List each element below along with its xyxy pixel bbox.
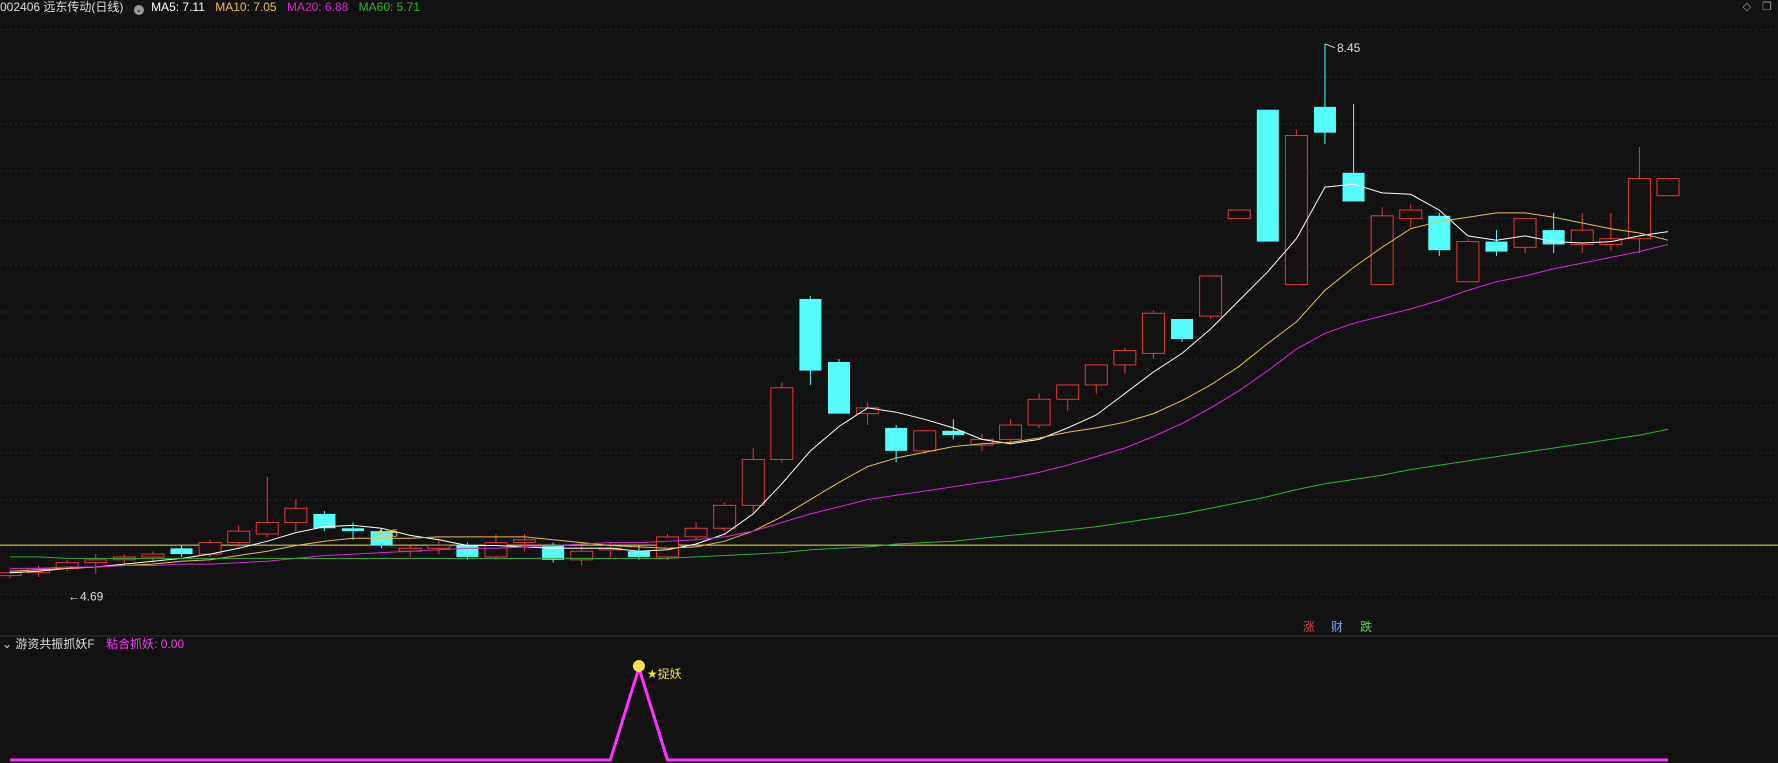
candle [1171,319,1194,342]
candle-body [427,544,451,549]
high-pointer [1324,43,1336,49]
candle [1428,212,1451,256]
candle-body [1227,209,1251,220]
candle [942,419,965,440]
candle [1456,238,1480,283]
candle [1570,212,1594,254]
candle [799,296,822,385]
candle-body [713,504,737,529]
candle-body [1171,319,1194,340]
candle [170,545,193,557]
candle [1370,207,1394,286]
candle-body [1342,172,1365,202]
candle [1113,347,1137,374]
candle-body [1141,312,1165,354]
candle [484,534,508,560]
candle-body [141,553,165,558]
candle-body [227,530,251,544]
candle-body [799,298,822,371]
candle [255,476,279,537]
candle-body [1399,209,1423,220]
event-markers: 涨 财 跌 [1303,619,1372,634]
candle-body [913,430,937,452]
candle [1256,109,1279,242]
indicator-panel [10,662,1668,762]
candle [684,522,708,540]
candle [1313,43,1336,145]
candle-body [170,548,193,555]
candle-body [828,362,850,414]
candle [84,554,108,575]
candle-body [1428,215,1451,251]
candle-body [655,536,679,558]
low-label: ←4.69 [68,589,104,603]
ma60-line [10,428,1669,559]
candle-body [1256,109,1279,242]
candle-body [1513,218,1537,248]
candle [1485,230,1508,256]
candle [1284,129,1308,286]
candle-body [741,458,765,506]
mid-label: 4.95 [377,528,398,540]
candle-body [684,527,708,538]
up-marker: 涨 [1303,619,1315,634]
candle-body [255,522,279,535]
candle-body [1027,398,1051,426]
candle [1399,204,1423,228]
candle [1027,393,1051,428]
candle-body [342,528,365,532]
candle [1656,178,1680,197]
down-marker: 跌 [1360,619,1372,634]
candle [1141,310,1165,360]
fin-marker: 财 [1331,620,1343,634]
candle-body [1199,275,1223,317]
candle-body [1656,178,1680,197]
candle-body [513,539,537,544]
candle-body [770,387,794,460]
candle [741,448,765,514]
candle-body [1485,241,1508,252]
candle [1056,384,1080,411]
candle-body [999,424,1023,440]
money-bag-icon [632,660,645,672]
candle-body [1456,241,1480,283]
candle-body [1284,135,1308,286]
candle [828,359,850,414]
candle [1084,364,1108,394]
high-label: 8.45 [1337,41,1361,55]
signal-label: ★捉妖 [647,666,682,681]
candle [284,499,308,532]
kline-chart[interactable]: 8.45 ←4.69 4.95 涨 财 跌 ★捉妖 [0,0,1778,763]
candle-body [284,507,308,524]
candle [427,539,451,555]
candle [770,382,794,463]
candle-body [1627,178,1651,240]
candle [713,502,737,532]
candle [999,419,1023,443]
grid-lines [0,29,1778,595]
candle-body [1113,350,1137,366]
candle-body [456,545,479,557]
candle-body [1313,106,1336,133]
candle-body [1056,384,1080,400]
candle-body [84,559,108,564]
candle [1199,275,1223,319]
candle [1227,209,1251,220]
candle [1599,212,1623,251]
candle-body [1084,364,1108,386]
candle [655,534,679,560]
candle-body [627,551,650,557]
candle-body [885,427,908,451]
candle-body [1370,215,1394,286]
indicator-line [10,662,1668,762]
candle-body [484,542,508,558]
